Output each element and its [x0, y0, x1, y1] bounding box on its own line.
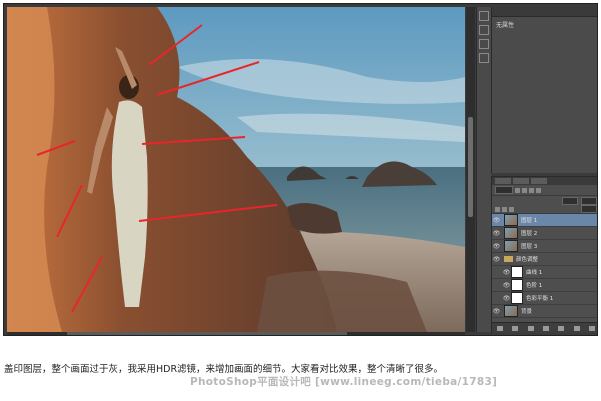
link-layers-icon[interactable] — [496, 325, 503, 331]
visibility-eye-icon[interactable]: 👁 — [502, 269, 511, 276]
vertical-scroll-thumb[interactable] — [468, 117, 473, 217]
lock-position-icon[interactable] — [502, 206, 507, 212]
layer-name: 图层 2 — [521, 231, 538, 237]
layer-row[interactable]: 👁 背景 — [492, 305, 597, 318]
layer-mask-thumbnail — [511, 279, 523, 291]
visibility-eye-icon[interactable]: 👁 — [502, 282, 511, 289]
layer-thumbnail — [504, 227, 518, 239]
brush-preset-icon[interactable] — [479, 39, 489, 49]
layer-name: 色阶 1 — [526, 283, 543, 289]
vertical-scrollbar[interactable] — [466, 7, 475, 332]
layer-filter-row — [492, 185, 597, 196]
layer-thumbnail — [504, 240, 518, 252]
photoshop-window: 无属性 👁 图层 1 👁 图层 2 👁 图层 3 👁 颜色调整 👁 曲线 1 👁… — [3, 3, 598, 336]
properties-panel: 无属性 — [491, 7, 597, 173]
layer-group-row[interactable]: 👁 颜色调整 — [492, 253, 597, 266]
filter-pixel-icon[interactable] — [515, 187, 520, 193]
visibility-eye-icon[interactable]: 👁 — [492, 217, 501, 224]
layer-kind-select[interactable] — [495, 186, 513, 194]
folder-icon — [504, 256, 513, 262]
caption-text: 盖印图层，整个画面过于灰，我采用HDR滤镜，来增加画面的细节。大家看对比效果，整… — [4, 364, 444, 375]
properties-icon[interactable] — [479, 25, 489, 35]
layer-thumbnail — [504, 214, 518, 226]
trash-icon[interactable] — [589, 325, 596, 331]
add-mask-icon[interactable] — [527, 325, 534, 331]
layers-panel: 👁 图层 1 👁 图层 2 👁 图层 3 👁 颜色调整 👁 曲线 1 👁 色阶 … — [491, 176, 597, 333]
lock-transparency-icon[interactable] — [495, 206, 500, 212]
layer-thumbnail — [504, 305, 518, 317]
photo-image — [7, 7, 465, 332]
panel-dock-strip — [476, 7, 491, 332]
new-layer-icon[interactable] — [573, 325, 580, 331]
opacity-field[interactable] — [581, 196, 597, 205]
filter-type-icon[interactable] — [529, 187, 534, 193]
watermark-text: PhotoShop平面设计吧 [www.lineeg.com/tieba/178… — [190, 376, 498, 388]
blend-opacity-row — [492, 196, 597, 205]
new-group-icon[interactable] — [558, 325, 565, 331]
photo-canvas[interactable] — [7, 7, 465, 332]
blend-mode-select[interactable] — [562, 196, 578, 205]
visibility-eye-icon[interactable]: 👁 — [492, 243, 501, 250]
layer-row[interactable]: 👁 图层 2 — [492, 227, 597, 240]
layers-panel-tabs — [492, 177, 597, 185]
layer-name: 曲线 1 — [526, 270, 543, 276]
layer-row[interactable]: 👁 色彩平衡 1 — [492, 292, 597, 305]
layer-name: 色彩平衡 1 — [526, 296, 554, 302]
layer-row[interactable]: 👁 图层 3 — [492, 240, 597, 253]
layer-style-icon[interactable] — [512, 325, 519, 331]
layer-name: 图层 3 — [521, 244, 538, 250]
history-icon[interactable] — [479, 11, 489, 21]
fill-field[interactable] — [581, 205, 597, 213]
layer-mask-thumbnail — [511, 292, 523, 304]
horizontal-scrollbar[interactable] — [7, 332, 465, 335]
layers-panel-footer — [492, 322, 597, 333]
visibility-eye-icon[interactable]: 👁 — [492, 230, 501, 237]
visibility-eye-icon[interactable]: 👁 — [492, 308, 501, 315]
layer-name: 图层 1 — [521, 218, 538, 224]
properties-title: 无属性 — [496, 22, 515, 29]
character-icon[interactable] — [479, 53, 489, 63]
visibility-eye-icon[interactable]: 👁 — [502, 295, 511, 302]
visibility-eye-icon[interactable]: 👁 — [492, 256, 501, 263]
layer-name: 背景 — [521, 309, 533, 315]
adjustment-layer-icon[interactable] — [542, 325, 549, 331]
tab-layers[interactable] — [495, 178, 511, 184]
layer-mask-thumbnail — [511, 266, 523, 278]
tab-paths[interactable] — [531, 178, 547, 184]
lock-row — [492, 205, 597, 214]
layer-name: 颜色调整 — [516, 257, 539, 263]
properties-panel-header[interactable] — [492, 7, 597, 17]
horizontal-scroll-thumb[interactable] — [67, 332, 347, 335]
lock-all-icon[interactable] — [509, 206, 514, 212]
layer-row[interactable]: 👁 色阶 1 — [492, 279, 597, 292]
layer-row[interactable]: 👁 曲线 1 — [492, 266, 597, 279]
filter-shape-icon[interactable] — [536, 187, 541, 193]
tab-channels[interactable] — [513, 178, 529, 184]
layer-row[interactable]: 👁 图层 1 — [492, 214, 597, 227]
filter-adjustment-icon[interactable] — [522, 187, 527, 193]
